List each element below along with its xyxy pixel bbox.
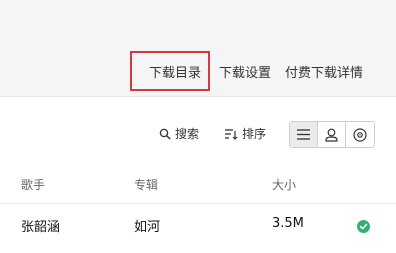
sort-button[interactable]: 排序 <box>224 125 266 142</box>
disc-icon <box>353 127 367 142</box>
sort-icon <box>225 128 238 140</box>
top-bar: 下载目录 下载设置 付费下载详情 <box>0 0 396 97</box>
list-icon <box>297 129 310 140</box>
list-view-button[interactable] <box>290 122 318 147</box>
highlight-box <box>130 51 210 91</box>
downloaded-check-icon <box>357 220 370 233</box>
view-toggle-group <box>289 121 375 148</box>
column-header-artist[interactable]: 歌手 <box>21 176 45 193</box>
table-row[interactable]: 张韶涵 如河 3.5M <box>0 216 396 238</box>
toolbar: 搜索 排序 <box>0 120 396 148</box>
search-button[interactable]: 搜索 <box>159 125 199 142</box>
album-view-button[interactable] <box>346 122 374 147</box>
header-divider <box>0 203 396 204</box>
column-header-album[interactable]: 专辑 <box>134 176 158 193</box>
search-label: 搜索 <box>175 127 200 141</box>
tab-paid-download-details[interactable]: 付费下载详情 <box>285 62 363 81</box>
user-icon <box>325 128 338 142</box>
tab-download-settings[interactable]: 下载设置 <box>219 62 271 81</box>
table-header: 歌手 专辑 大小 <box>0 176 396 198</box>
row-size: 3.5M <box>272 216 304 231</box>
search-icon <box>159 128 171 140</box>
artist-view-button[interactable] <box>318 122 346 147</box>
sort-label: 排序 <box>242 127 267 141</box>
column-header-size[interactable]: 大小 <box>272 176 296 193</box>
row-album: 如河 <box>134 220 161 235</box>
row-artist: 张韶涵 <box>21 220 61 235</box>
